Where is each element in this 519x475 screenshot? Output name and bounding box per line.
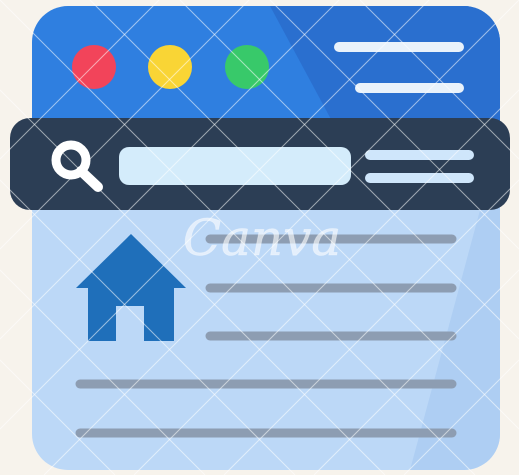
address-field[interactable] [119, 147, 351, 185]
close-dot-icon[interactable] [72, 45, 116, 89]
minimize-dot-icon[interactable] [148, 45, 192, 89]
browser-illustration: Canva [0, 0, 519, 475]
maximize-dot-icon[interactable] [225, 45, 269, 89]
browser-window-art [10, 6, 510, 470]
